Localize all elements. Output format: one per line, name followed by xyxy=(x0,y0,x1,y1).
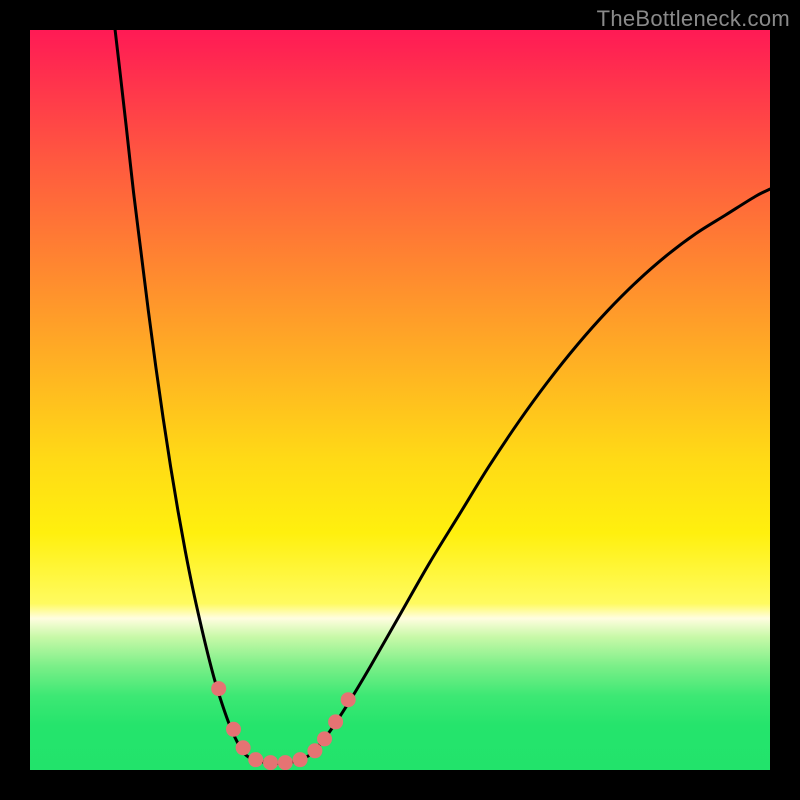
marker-dot xyxy=(226,722,241,737)
marker-dot xyxy=(293,752,308,767)
highlight-markers xyxy=(211,681,356,770)
chart-frame: TheBottleneck.com xyxy=(0,0,800,800)
marker-dot xyxy=(307,743,322,758)
chart-svg xyxy=(30,30,770,770)
watermark-text: TheBottleneck.com xyxy=(597,6,790,32)
marker-dot xyxy=(278,755,293,770)
marker-dot xyxy=(236,740,251,755)
marker-dot xyxy=(328,714,343,729)
bottleneck-curve xyxy=(115,30,770,763)
marker-dot xyxy=(211,681,226,696)
plot-area xyxy=(30,30,770,770)
marker-dot xyxy=(317,731,332,746)
marker-dot xyxy=(263,755,278,770)
marker-dot xyxy=(341,692,356,707)
marker-dot xyxy=(248,752,263,767)
